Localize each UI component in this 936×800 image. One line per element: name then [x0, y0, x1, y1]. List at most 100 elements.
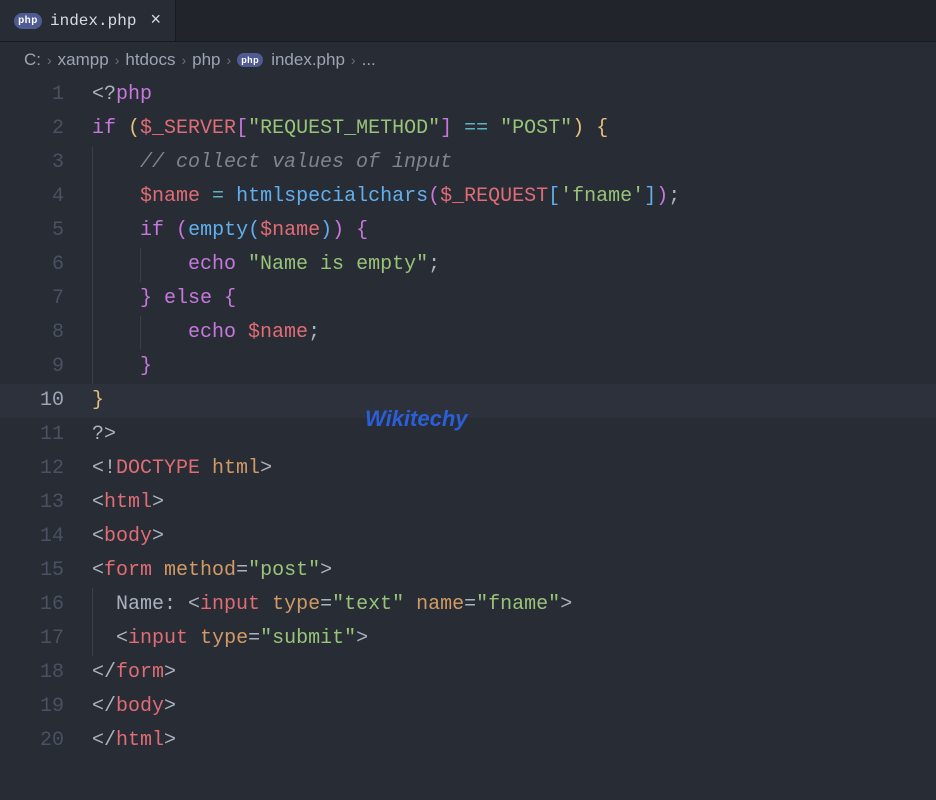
code-token: form [104, 559, 152, 582]
code-line[interactable]: 17 <input type="submit"> [0, 622, 936, 656]
breadcrumb-part[interactable]: xampp [58, 50, 109, 70]
code-line[interactable]: 7 } else { [0, 282, 936, 316]
code-editor[interactable]: Wikitechy 1 <?php 2 if ($_SERVER["REQUES… [0, 78, 936, 758]
line-number: 5 [0, 214, 92, 248]
code-line[interactable]: 16 Name: <input type="text" name="fname"… [0, 588, 936, 622]
code-token: { [596, 117, 608, 140]
code-token [92, 355, 140, 378]
code-line[interactable]: 19 </body> [0, 690, 936, 724]
code-line[interactable]: 5 if (empty($name)) { [0, 214, 936, 248]
line-number: 16 [0, 588, 92, 622]
code-token: $_SERVER [140, 117, 236, 140]
code-token: } [92, 389, 104, 412]
code-token: // collect values of input [140, 151, 452, 174]
tab-bar: php index.php × [0, 0, 936, 42]
code-token: ) [572, 117, 584, 140]
code-token: if [92, 117, 116, 140]
code-token: [ [548, 185, 560, 208]
php-icon: php [237, 53, 263, 67]
code-line[interactable]: 13 <html> [0, 486, 936, 520]
code-token: = [464, 593, 476, 616]
code-token [224, 185, 236, 208]
breadcrumb-ellipsis[interactable]: ... [362, 50, 376, 70]
code-line[interactable]: 11 ?> [0, 418, 936, 452]
code-token [92, 219, 140, 242]
tab-index-php[interactable]: php index.php × [0, 0, 176, 41]
line-number: 18 [0, 656, 92, 690]
code-token: $name [248, 321, 308, 344]
code-line[interactable]: 12 <!DOCTYPE html> [0, 452, 936, 486]
line-number: 1 [0, 78, 92, 112]
code-token: ) [332, 219, 344, 242]
code-line[interactable]: 6 echo "Name is empty"; [0, 248, 936, 282]
code-token: { [224, 287, 236, 310]
code-token [152, 559, 164, 582]
line-number: 13 [0, 486, 92, 520]
code-token: ( [128, 117, 140, 140]
chevron-right-icon: › [47, 52, 52, 68]
close-icon[interactable]: × [150, 12, 161, 30]
code-token: type [200, 627, 248, 650]
code-token: html [116, 729, 164, 752]
code-token: </ [92, 695, 116, 718]
code-token [92, 185, 140, 208]
code-token: DOCTYPE [116, 457, 200, 480]
code-line[interactable]: 14 <body> [0, 520, 936, 554]
code-line[interactable]: 1 <?php [0, 78, 936, 112]
code-token: ?> [92, 423, 116, 446]
code-token: = [248, 627, 260, 650]
code-token: ) [320, 219, 332, 242]
code-token: "fname" [476, 593, 560, 616]
code-token: > [164, 695, 176, 718]
line-number: 20 [0, 724, 92, 758]
code-line[interactable]: 8 echo $name; [0, 316, 936, 350]
line-number: 17 [0, 622, 92, 656]
code-line[interactable]: 18 </form> [0, 656, 936, 690]
code-token [212, 287, 224, 310]
code-token: echo [188, 321, 236, 344]
code-token: input [128, 627, 188, 650]
code-token [236, 253, 248, 276]
breadcrumb[interactable]: C: › xampp › htdocs › php › php index.ph… [0, 42, 936, 78]
code-token: ) [656, 185, 668, 208]
code-token: else [164, 287, 212, 310]
code-token: < [92, 559, 104, 582]
code-line[interactable]: 9 } [0, 350, 936, 384]
line-number: 2 [0, 112, 92, 146]
breadcrumb-file[interactable]: index.php [271, 50, 345, 70]
code-token [164, 219, 176, 242]
breadcrumb-part[interactable]: php [192, 50, 220, 70]
breadcrumb-root[interactable]: C: [24, 50, 41, 70]
line-number: 8 [0, 316, 92, 350]
code-token: "REQUEST_METHOD" [248, 117, 440, 140]
code-token: empty [188, 219, 248, 242]
code-line[interactable]: 2 if ($_SERVER["REQUEST_METHOD"] == "POS… [0, 112, 936, 146]
code-token: = [320, 593, 332, 616]
code-token: > [164, 661, 176, 684]
code-token: > [164, 729, 176, 752]
line-number: 4 [0, 180, 92, 214]
code-token: $_REQUEST [440, 185, 548, 208]
code-token: ; [668, 185, 680, 208]
breadcrumb-part[interactable]: htdocs [125, 50, 175, 70]
code-line[interactable]: 20 </html> [0, 724, 936, 758]
line-number: 9 [0, 350, 92, 384]
code-token: = [212, 185, 224, 208]
code-token: html [212, 457, 260, 480]
chevron-right-icon: › [181, 52, 186, 68]
code-token: 'fname' [560, 185, 644, 208]
code-token: body [104, 525, 152, 548]
tab-filename: index.php [50, 12, 136, 30]
chevron-right-icon: › [351, 52, 356, 68]
code-token: < [92, 491, 104, 514]
code-line[interactable]: 4 $name = htmlspecialchars($_REQUEST['fn… [0, 180, 936, 214]
code-line[interactable]: 3 // collect values of input [0, 146, 936, 180]
code-token: ; [308, 321, 320, 344]
code-token [92, 627, 116, 650]
line-number: 11 [0, 418, 92, 452]
code-token: <! [92, 457, 116, 480]
code-token: body [116, 695, 164, 718]
code-line[interactable]: 15 <form method="post"> [0, 554, 936, 588]
code-token: = [236, 559, 248, 582]
code-line[interactable]: 10 } [0, 384, 936, 418]
